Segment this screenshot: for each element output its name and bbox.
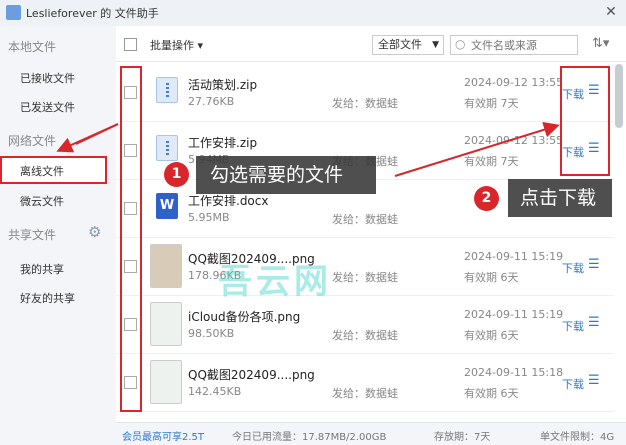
callout-select-files: 勾选需要的文件	[196, 156, 376, 194]
image-thumbnail	[150, 244, 182, 288]
word-file-icon: W	[156, 193, 178, 219]
select-all-checkbox[interactable]	[124, 38, 137, 51]
status-storage: 存放期：7天	[434, 432, 491, 443]
row-menu-icon[interactable]: ☰	[588, 315, 600, 330]
zip-file-icon	[156, 77, 178, 103]
file-date: 2024-09-12 13:55	[464, 134, 564, 147]
file-size: 142.45KB	[188, 385, 242, 398]
file-expiry: 有效期 7天	[464, 155, 519, 168]
search-box[interactable]: ○	[450, 35, 578, 55]
sidebar-head-network: 网络文件	[8, 134, 57, 148]
sidebar-item-received[interactable]: 已接收文件	[20, 70, 75, 86]
sidebar-item-offline[interactable]: 离线文件	[0, 156, 107, 184]
batch-operation-button[interactable]: 批量操作 ▾	[150, 37, 203, 53]
sidebar-item-sent[interactable]: 已发送文件	[20, 99, 75, 115]
file-expiry: 有效期 6天	[464, 329, 519, 342]
file-sender: 发给：数据蛙	[332, 329, 398, 342]
file-name: 工作安排.zip	[188, 136, 258, 150]
zip-file-icon	[156, 135, 178, 161]
file-expiry: 有效期 6天	[464, 387, 519, 400]
file-date: 2024-09-12 13:55	[464, 76, 564, 89]
gear-icon[interactable]: ⚙	[88, 224, 104, 240]
main-panel: 批量操作 ▾ 全部文件 ▼ ○ ⇅▾ 活动策划.zip 27.76KB 发给：数据蛙…	[116, 26, 626, 445]
sidebar-item-my-share[interactable]: 我的共享	[20, 261, 64, 277]
file-sender: 发给：数据蛙	[332, 97, 398, 110]
callout-click-download-text: 点击下载	[520, 187, 597, 209]
file-date: 2024-09-11 15:18	[464, 366, 564, 379]
file-row[interactable]: QQ截图202409....png 142.45KB 发给：数据蛙 2024-09-1…	[116, 354, 614, 412]
file-name: 工作安排.docx	[188, 194, 269, 208]
file-filter-select[interactable]: 全部文件 ▼	[372, 35, 444, 55]
app-icon	[6, 5, 21, 20]
sidebar-head-local: 本地文件	[8, 40, 57, 54]
file-expiry: 有效期 7天	[464, 97, 519, 110]
row-menu-icon[interactable]: ☰	[588, 257, 600, 272]
search-input[interactable]	[471, 37, 575, 53]
sidebar-item-friends-share[interactable]: 好友的共享	[20, 290, 75, 306]
download-link[interactable]: 下载	[562, 260, 584, 276]
file-date: 2024-09-11 15:19	[464, 250, 564, 263]
download-link[interactable]: 下载	[562, 318, 584, 334]
file-sender: 发给：数据蛙	[332, 387, 398, 400]
row-menu-icon[interactable]: ☰	[588, 373, 600, 388]
close-button[interactable]: ✕	[600, 2, 622, 22]
chevron-down-icon: ▼	[432, 40, 439, 50]
file-row[interactable]: QQ截图202409....png 178.96KB 发给：数据蛙 2024-09-1…	[116, 238, 614, 296]
watermark: 吾云网	[218, 262, 332, 302]
file-size: 5.95MB	[188, 211, 230, 224]
download-highlight-box	[560, 66, 610, 176]
sort-icon[interactable]: ⇅▾	[592, 36, 609, 51]
file-name: 活动策划.zip	[188, 78, 258, 92]
file-size: 27.76KB	[188, 95, 235, 108]
file-name: QQ截图202409....png	[188, 368, 315, 382]
image-thumbnail	[150, 360, 182, 404]
file-filter-value: 全部文件	[378, 38, 422, 51]
title-bar: Leslieforever 的 文件助手 ✕	[0, 0, 626, 26]
status-bar: 会员最高可享2.5T 今日已用流量：17.87MB/2.00GB 存放期：7天 …	[116, 422, 626, 445]
status-traffic: 今日已用流量：17.87MB/2.00GB	[232, 432, 387, 443]
step-badge-1: 1	[164, 162, 189, 187]
file-row[interactable]: 活动策划.zip 27.76KB 发给：数据蛙 2024-09-12 13:55 有效期…	[116, 64, 614, 122]
file-expiry: 有效期 6天	[464, 271, 519, 284]
sidebar-item-weiyun[interactable]: 微云文件	[20, 193, 64, 209]
step-badge-2: 2	[474, 186, 499, 211]
file-sender: 发给：数据蛙	[332, 271, 398, 284]
window-title: Leslieforever 的 文件助手	[26, 7, 159, 20]
image-thumbnail	[150, 302, 182, 346]
file-date: 2024-09-11 15:19	[464, 308, 564, 321]
file-name: iCloud备份各项.png	[188, 310, 301, 324]
download-link[interactable]: 下载	[562, 376, 584, 392]
file-sender: 发给：数据蛙	[332, 213, 398, 226]
toolbar: 批量操作 ▾ 全部文件 ▼ ○ ⇅▾	[116, 26, 626, 62]
callout-click-download: 点击下载	[508, 179, 612, 217]
file-row[interactable]: iCloud备份各项.png 98.50KB 发给：数据蛙 2024-09-11 15…	[116, 296, 614, 354]
sidebar-head-shared: 共享文件	[8, 228, 57, 242]
callout-select-files-text: 勾选需要的文件	[210, 164, 344, 186]
member-quota-link[interactable]: 会员最高可享2.5T	[122, 428, 204, 443]
scrollbar[interactable]	[615, 64, 623, 128]
search-icon: ○	[455, 37, 466, 51]
sidebar: 本地文件 已接收文件 已发送文件 网络文件 离线文件 微云文件 共享文件 ⚙ 我…	[0, 26, 116, 445]
checkbox-highlight-box	[120, 66, 142, 412]
sidebar-item-offline-label: 离线文件	[20, 165, 64, 178]
status-file-limit: 单文件限制：4G	[540, 432, 615, 443]
file-size: 98.50KB	[188, 327, 235, 340]
